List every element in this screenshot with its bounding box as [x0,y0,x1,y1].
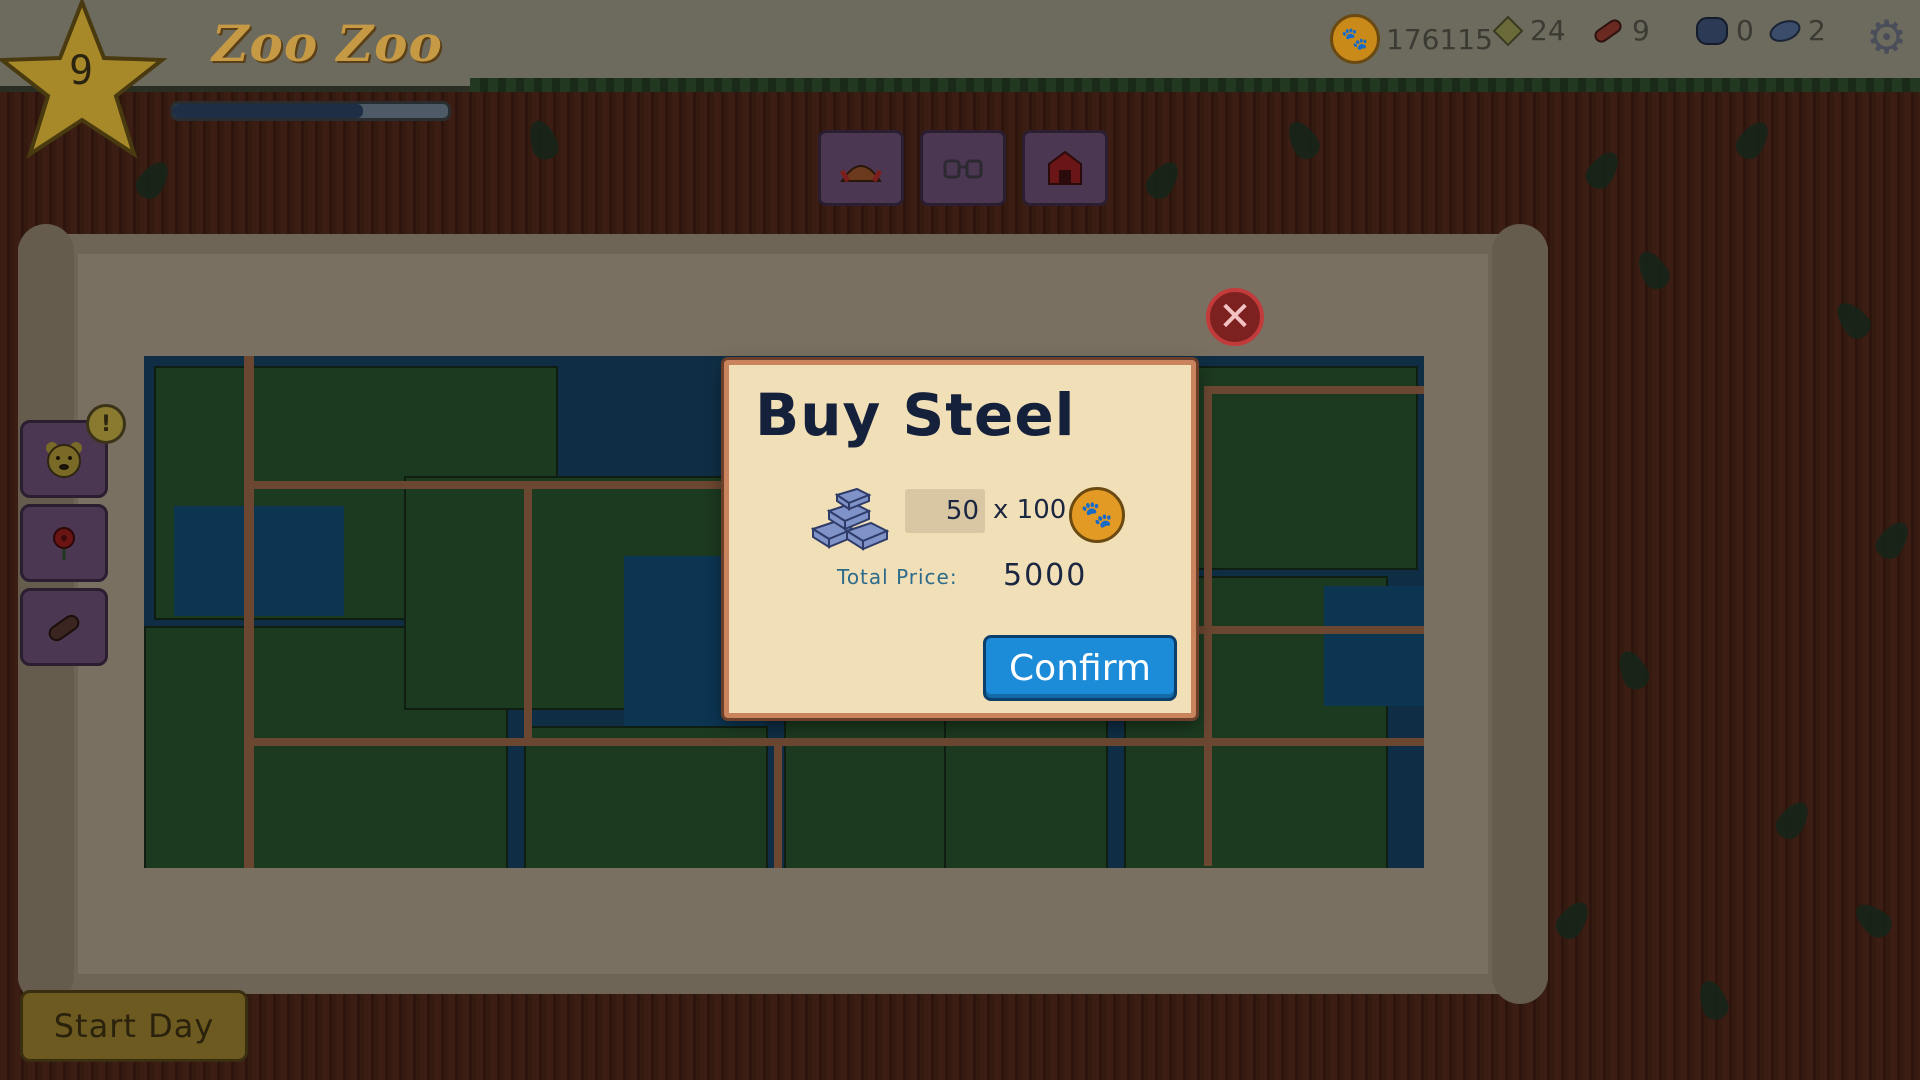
level-number: 9 [68,48,94,94]
paw-coin-value: 176115 [1386,22,1493,56]
close-button[interactable]: ✕ [1206,288,1264,346]
steel-icon [1769,19,1801,42]
gem-icon [1492,15,1524,46]
side-decorations-button[interactable] [20,504,108,582]
toolbar-binoculars-button[interactable] [920,130,1006,206]
paw-coin-counter: 176115 [1330,14,1493,64]
dialog-title: Buy Steel [755,381,1076,449]
log-icon [48,614,80,642]
total-price-value: 5000 [1003,558,1088,593]
side-resources-button[interactable] [20,588,108,666]
game-title: Zoo Zoo [212,14,443,73]
scroll-roll-right [1492,224,1548,1004]
steel-counter: 2 [1768,14,1826,47]
wood-value: 9 [1632,14,1650,47]
steel-ingots-icon [810,487,890,551]
flower-icon [53,527,75,560]
quantity-input[interactable] [905,489,985,533]
paw-coin-icon [1330,14,1380,64]
bear-face-icon [46,442,82,478]
settings-gear-icon[interactable]: ⚙ [1866,10,1907,64]
toolbar-animals-button[interactable] [818,130,904,206]
paw-coin-icon: 🐾 [1069,487,1125,543]
gem-counter: 24 [1492,14,1566,47]
xp-progress-fill [173,104,363,118]
steel-value: 2 [1808,14,1826,47]
unit-price-label: x 100 [993,495,1067,525]
start-day-button[interactable]: Start Day [20,990,248,1062]
stone-value: 0 [1736,14,1754,47]
barn-icon [1048,150,1082,185]
total-price-label: Total Price: [837,565,958,589]
confirm-button[interactable]: Confirm [983,635,1177,701]
wood-counter: 9 [1590,14,1650,47]
gem-value: 24 [1530,14,1566,47]
toolbar-barn-button[interactable] [1022,130,1108,206]
stone-counter: 0 [1694,14,1754,47]
binoculars-icon [943,159,983,179]
wood-log-icon [1594,18,1622,43]
xp-progress-bar [170,101,451,121]
hedge-decoration [470,78,1920,92]
buy-steel-dialog: Buy Steel x 100 🐾 Total Price: 5000 Conf… [724,360,1196,718]
animal-icon [839,165,883,183]
stone-icon [1696,16,1728,45]
alert-badge: ! [86,404,126,444]
